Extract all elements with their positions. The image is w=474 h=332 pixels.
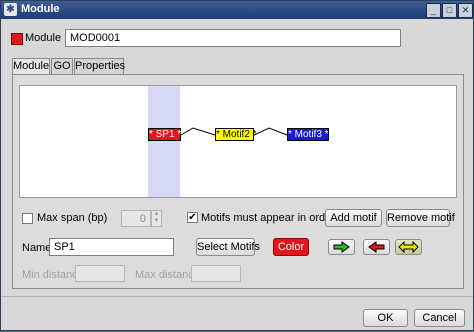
left-arrow-icon	[368, 241, 385, 253]
move-left-button[interactable]	[363, 239, 390, 255]
remove-motif-button[interactable]: Remove motif	[386, 209, 455, 227]
name-label: Name	[22, 242, 52, 254]
color-button[interactable]: Color	[273, 238, 309, 256]
max-span-checkbox[interactable]	[22, 213, 33, 224]
motif-sp1[interactable]: * SP1 *	[148, 128, 181, 141]
name-field[interactable]: SP1	[49, 238, 174, 256]
double-arrow-icon	[398, 240, 419, 254]
motif-motif3[interactable]: * Motif3 *	[287, 128, 329, 141]
order-checkbox[interactable]: ✔	[187, 212, 198, 223]
max-distance-field[interactable]	[191, 265, 241, 282]
select-motifs-button[interactable]: Select Motifs	[196, 238, 260, 256]
right-arrow-icon	[333, 241, 350, 253]
connector-1	[180, 127, 216, 136]
add-motif-button[interactable]: Add motif	[325, 209, 382, 227]
min-distance-field[interactable]	[75, 265, 125, 282]
order-label: Motifs must appear in order	[201, 212, 335, 224]
max-span-label: Max span (bp)	[37, 212, 108, 224]
motif-motif2[interactable]: * Motif2 *	[215, 128, 257, 141]
swap-button[interactable]	[395, 239, 422, 255]
move-right-button[interactable]	[328, 239, 355, 255]
ok-button[interactable]: OK	[363, 309, 408, 327]
max-span-field[interactable]: 0	[121, 210, 151, 227]
footer-divider	[1, 296, 473, 297]
max-span-spinner[interactable]: ▲ ▼	[151, 210, 162, 227]
connector-2	[253, 127, 288, 136]
motif-connectors	[180, 127, 288, 136]
module-dialog: ✱ Module _ □ ✕ Module ID MOD0001 Module …	[0, 0, 474, 331]
cancel-button[interactable]: Cancel	[414, 309, 465, 327]
